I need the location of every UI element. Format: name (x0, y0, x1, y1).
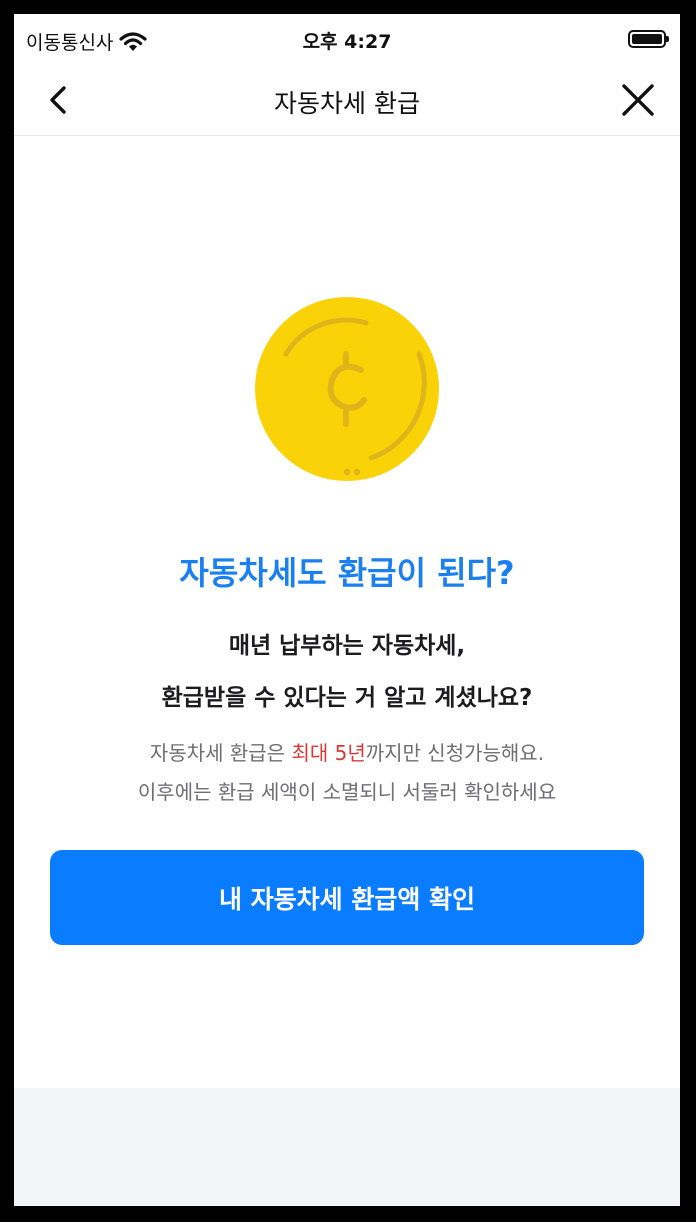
description-suffix: 까지만 신청가능해요. (365, 741, 545, 765)
description-highlight: 최대 5년 (291, 741, 366, 765)
check-refund-button[interactable]: 내 자동차세 환급액 확인 (50, 850, 644, 945)
description-line-2: 이후에는 환급 세액이 소멸되니 서둘러 확인하세요 (137, 780, 557, 804)
close-icon (622, 84, 654, 116)
battery-icon (628, 30, 669, 48)
page-title: 자동차세 환급 (274, 89, 420, 118)
bottom-area (14, 1088, 680, 1206)
nav-bar: 자동차세 환급 (14, 64, 680, 136)
status-bar: 이동통신사 오후 4:27 (14, 14, 680, 64)
app-screen: 이동통신사 오후 4:27 자동차세 환급 자동차세도 환급이 된다? 매년 납… (14, 14, 680, 1206)
close-button[interactable] (616, 78, 660, 122)
description-prefix: 자동차세 환급은 (149, 741, 292, 765)
subtitle-line-1: 매년 납부하는 자동차세, (228, 633, 466, 659)
headline: 자동차세도 환급이 된다? (179, 554, 515, 592)
description-line-1: 자동차세 환급은 최대 5년까지만 신청가능해요. (14, 737, 680, 766)
status-time: 오후 4:27 (302, 31, 392, 53)
coin-icon (255, 297, 439, 481)
subtitle-line-2: 환급받을 수 있다는 거 알고 계셨나요? (161, 685, 533, 711)
